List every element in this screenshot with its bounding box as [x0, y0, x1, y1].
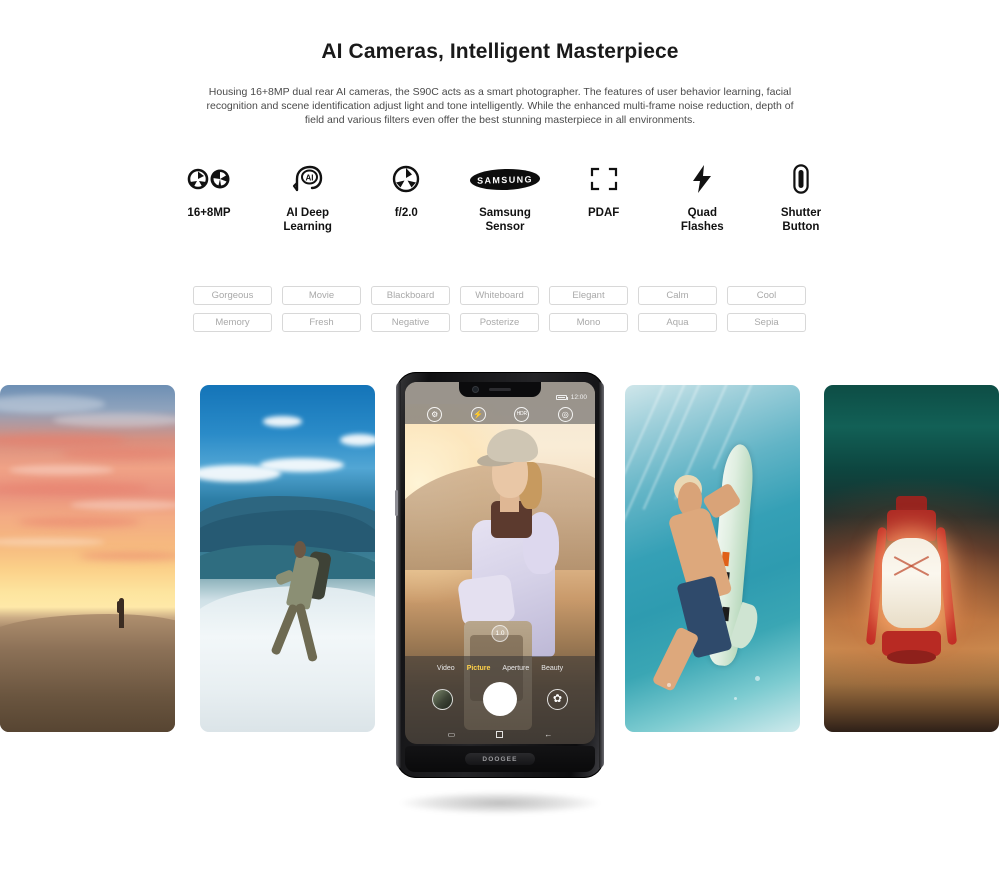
phone-device: 12:00 ⚙ ⚡ HDR ◎ 1.0 Video Picture Apertu… [395, 372, 604, 778]
mode-tab-aperture[interactable]: Aperture [502, 665, 529, 672]
filter-chip-fresh[interactable]: Fresh [282, 313, 361, 332]
status-bar: 12:00 [555, 394, 587, 401]
lantern-illustration [824, 385, 999, 732]
camera-control-row: ✿ [405, 682, 595, 716]
feature-item-aperture: f/2.0 [357, 160, 455, 220]
desert-sunset-photo [0, 385, 175, 732]
filter-chip-sepia[interactable]: Sepia [727, 313, 806, 332]
feature-item-samsung-sensor: SAMSUNG Samsung Sensor [456, 160, 554, 234]
earpiece-speaker [489, 388, 511, 391]
feature-item-16-8mp: 16+8MP [160, 160, 258, 220]
back-icon[interactable]: ← [544, 730, 552, 739]
phone-notch [459, 382, 541, 397]
feature-label: Shutter Button [752, 206, 850, 234]
svg-text:AI: AI [305, 174, 313, 183]
surfer-illustration [625, 385, 800, 732]
filter-chip-negative[interactable]: Negative [371, 313, 450, 332]
home-icon[interactable] [496, 731, 504, 738]
settings-icon[interactable]: ⚙ [427, 407, 443, 422]
filter-button[interactable]: ✿ [547, 688, 568, 710]
filter-chip-grid: Gorgeous Movie Blackboard Whiteboard Ele… [193, 286, 807, 332]
feature-label: AI Deep Learning [259, 206, 357, 234]
desert-sunset-illustration [0, 385, 175, 732]
filter-chip-row-2: Memory Fresh Negative Posterize Mono Aqu… [193, 313, 807, 332]
feature-item-quad-flashes: Quad Flashes [653, 160, 751, 234]
filter-chip-whiteboard[interactable]: Whiteboard [460, 286, 539, 305]
phone-side-button[interactable] [395, 490, 398, 516]
mode-tab-picture[interactable]: Picture [467, 665, 491, 672]
switch-camera-icon[interactable]: ◎ [557, 407, 573, 422]
phone-screen[interactable]: 12:00 ⚙ ⚡ HDR ◎ 1.0 Video Picture Apertu… [405, 382, 595, 744]
camera-top-controls: ⚙ ⚡ HDR ◎ [405, 407, 595, 422]
phone-left-rail [396, 382, 401, 768]
phone-bottom-bezel: DOOGEE [405, 746, 595, 772]
feature-label-line2: Flashes [680, 221, 724, 233]
camera-viewfinder[interactable]: 12:00 ⚙ ⚡ HDR ◎ 1.0 Video Picture Apertu… [405, 382, 595, 744]
mode-tab-video[interactable]: Video [437, 665, 455, 672]
phone-right-rail [599, 382, 604, 768]
mountain-hiker-illustration [200, 385, 375, 732]
flash-icon[interactable]: ⚡ [470, 407, 486, 422]
hiker-figure [270, 538, 351, 694]
front-camera-icon [473, 387, 478, 392]
lightning-bolt-icon [653, 160, 751, 198]
feature-label: Samsung Sensor [456, 206, 554, 234]
page-description: Housing 16+8MP dual rear AI cameras, the… [206, 86, 794, 127]
feature-label-line2: Learning [283, 221, 332, 233]
status-time: 12:00 [570, 394, 587, 401]
surfer-underwater-photo [625, 385, 800, 732]
filter-chip-row-1: Gorgeous Movie Blackboard Whiteboard Ele… [193, 286, 807, 305]
feature-label: 16+8MP [187, 207, 231, 219]
feature-item-ai-deep-learning: AI AI Deep Learning [259, 160, 357, 234]
red-lantern-photo [824, 385, 999, 732]
focus-frame-icon [555, 160, 653, 198]
filter-chip-cool[interactable]: Cool [727, 286, 806, 305]
doogee-brand-logo: DOOGEE [465, 753, 535, 765]
aperture-icon [357, 160, 455, 198]
filter-chip-mono[interactable]: Mono [549, 313, 628, 332]
dual-aperture-icon [160, 160, 258, 198]
phone-drop-shadow [400, 792, 600, 814]
feature-label-line1: AI Deep [286, 207, 330, 219]
mountain-hiker-photo [200, 385, 375, 732]
feature-label: f/2.0 [394, 207, 418, 219]
ai-brain-icon: AI [259, 160, 357, 198]
camera-mode-tabs: Video Picture Aperture Beauty [405, 665, 595, 672]
gallery-thumbnail[interactable] [432, 688, 453, 710]
filter-chip-memory[interactable]: Memory [193, 313, 272, 332]
battery-icon [555, 395, 568, 400]
feature-item-shutter-button: Shutter Button [752, 160, 850, 234]
feature-label-line2: Button [782, 221, 820, 233]
samsung-wordmark: SAMSUNG [469, 167, 540, 191]
shutter-button-icon [752, 160, 850, 198]
filter-chip-gorgeous[interactable]: Gorgeous [193, 286, 272, 305]
feature-list: 16+8MP AI AI Deep Learning f/2.0 SAMSUNG… [160, 160, 850, 234]
filter-chip-calm[interactable]: Calm [638, 286, 717, 305]
recents-icon[interactable]: ▭ [448, 730, 456, 739]
person-silhouette [116, 598, 124, 629]
feature-label-line2: Sensor [485, 221, 525, 233]
page-title: AI Cameras, Intelligent Masterpiece [321, 40, 679, 63]
feature-label-line1: Quad [687, 207, 717, 219]
hdr-icon[interactable]: HDR [514, 407, 530, 422]
samsung-logo-icon: SAMSUNG [456, 160, 554, 198]
filter-chip-aqua[interactable]: Aqua [638, 313, 717, 332]
android-nav-bar: ▭ ← [405, 730, 595, 739]
zoom-level-badge[interactable]: 1.0 [491, 625, 509, 642]
mode-tab-beauty[interactable]: Beauty [541, 665, 563, 672]
shutter-button[interactable] [483, 682, 517, 716]
feature-label: Quad Flashes [653, 206, 751, 234]
feature-label-line1: Samsung [479, 207, 531, 219]
feature-label-line1: Shutter [780, 207, 822, 219]
filter-chip-movie[interactable]: Movie [282, 286, 361, 305]
filter-chip-blackboard[interactable]: Blackboard [371, 286, 450, 305]
feature-label: PDAF [587, 207, 620, 219]
feature-item-pdaf: PDAF [555, 160, 653, 220]
filter-chip-elegant[interactable]: Elegant [549, 286, 628, 305]
filter-chip-posterize[interactable]: Posterize [460, 313, 539, 332]
